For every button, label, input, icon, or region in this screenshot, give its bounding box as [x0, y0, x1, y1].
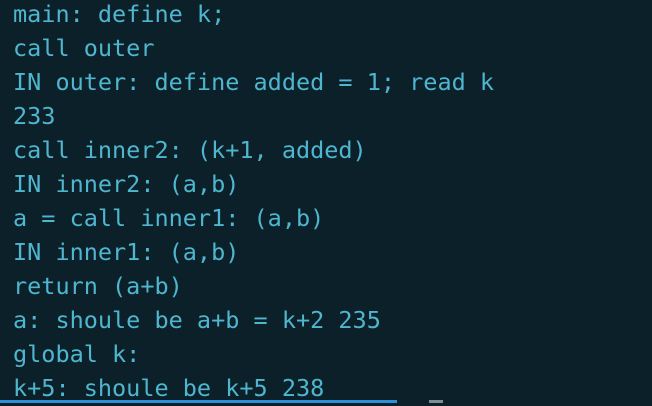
terminal-line: call outer: [13, 34, 155, 62]
terminal-line: 233: [13, 102, 56, 130]
terminal-line: IN inner2: (a,b): [13, 170, 240, 198]
terminal-line: a: shoule be a+b = k+2 235: [13, 306, 381, 334]
terminal-output[interactable]: main: define k; call outer IN outer: def…: [0, 0, 652, 403]
terminal-line: a = call inner1: (a,b): [13, 204, 325, 232]
cursor-indicator: [429, 400, 443, 403]
terminal-line: main: define k;: [13, 0, 226, 28]
horizontal-scrollbar[interactable]: [0, 400, 397, 403]
terminal-line: global k:: [13, 340, 141, 368]
terminal-line: IN outer: define added = 1; read k: [13, 68, 495, 96]
terminal-line: return (a+b): [13, 272, 183, 300]
terminal-line: IN inner1: (a,b): [13, 238, 240, 266]
terminal-line: call inner2: (k+1, added): [13, 136, 367, 164]
